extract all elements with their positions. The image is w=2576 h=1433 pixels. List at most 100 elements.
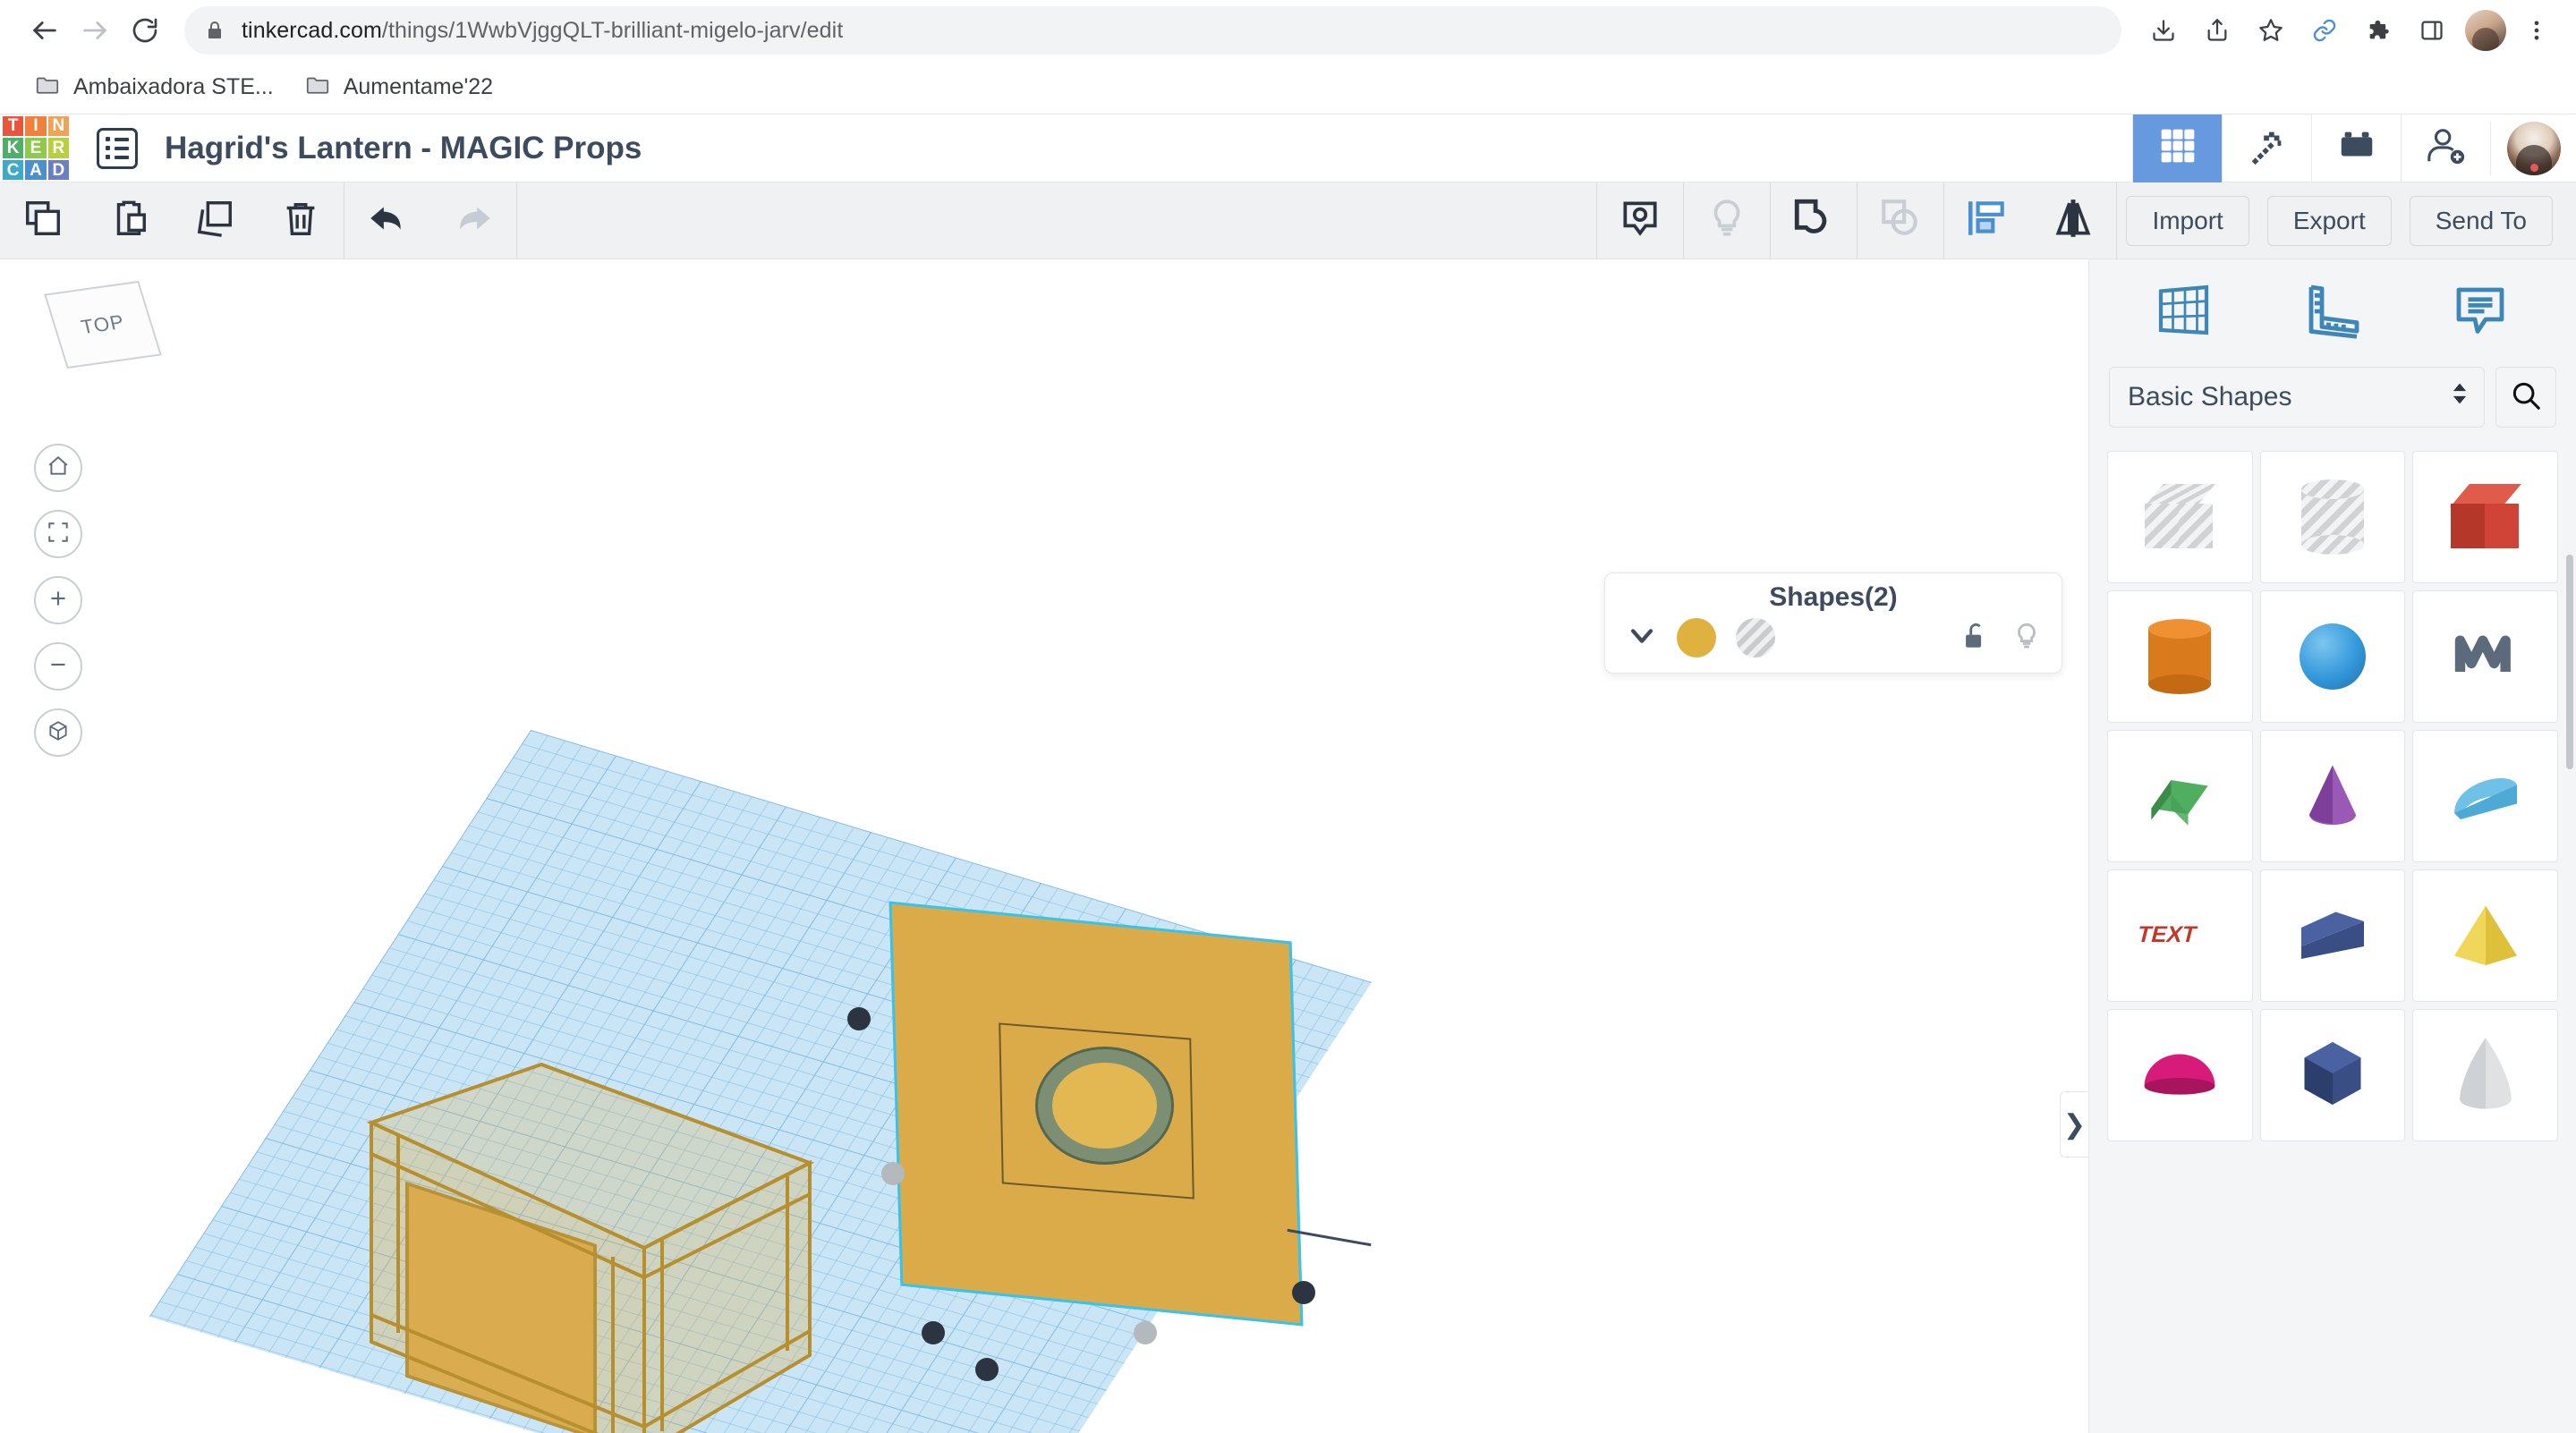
logo-tile: K — [3, 138, 24, 158]
shape-item-sphere[interactable] — [2259, 590, 2406, 723]
shape-category-select[interactable]: Basic Shapes — [2109, 367, 2485, 428]
cube-view-icon — [47, 719, 70, 747]
shape-item-roof[interactable] — [2107, 730, 2253, 862]
star-icon[interactable] — [2247, 6, 2295, 55]
zoom-out-button[interactable] — [34, 642, 82, 691]
back-arrow-icon[interactable] — [20, 5, 70, 55]
shape-item-scribble[interactable] — [2412, 590, 2558, 723]
browser-chrome: tinkercad.com/things/1WwbVjggQLT-brillia… — [0, 0, 2576, 114]
person-add-icon — [2426, 125, 2467, 171]
url-bar[interactable]: tinkercad.com/things/1WwbVjggQLT-brillia… — [184, 6, 2121, 55]
resize-handle[interactable] — [1292, 1281, 1315, 1304]
resize-handle[interactable] — [1134, 1321, 1157, 1344]
align-button[interactable] — [1944, 182, 2030, 259]
list-menu-icon[interactable] — [97, 127, 138, 169]
ruler-icon[interactable] — [2300, 279, 2365, 348]
mirror-button[interactable] — [2030, 182, 2116, 259]
blocks-3d-view-button[interactable] — [2132, 114, 2222, 182]
side-panel-icon[interactable] — [2408, 6, 2456, 55]
bricks-view-button[interactable] — [2311, 114, 2401, 182]
hole-swatch[interactable] — [1736, 618, 1775, 657]
fit-view-icon — [47, 521, 70, 548]
shape-item-round-roof[interactable] — [2412, 730, 2558, 862]
shape-item-polygon[interactable] — [2259, 1009, 2406, 1141]
profile-avatar-icon[interactable] — [2465, 10, 2506, 51]
shape-item-text[interactable]: TEXT — [2107, 869, 2253, 1002]
copy-button[interactable] — [0, 182, 86, 259]
shape-item-wedge[interactable] — [2259, 869, 2406, 1002]
avatar[interactable] — [2490, 121, 2576, 175]
3d-canvas[interactable]: TOP Shapes(2) — [0, 259, 2087, 1433]
unlock-icon[interactable] — [1960, 621, 1990, 656]
resize-handle[interactable] — [975, 1358, 999, 1381]
solid-color-swatch[interactable] — [1677, 618, 1716, 657]
shape-item-box-hole[interactable] — [2107, 451, 2253, 583]
eye-bubble-icon — [1618, 196, 1662, 245]
duplicate-button[interactable] — [172, 182, 258, 259]
view-cube[interactable]: TOP — [44, 279, 163, 376]
minecraft-view-button[interactable] — [2222, 114, 2311, 182]
invite-people-button[interactable] — [2401, 114, 2490, 182]
download-icon[interactable] — [2139, 6, 2188, 55]
group-button[interactable] — [1771, 182, 1857, 259]
bookmark-label: Aumentame'22 — [343, 74, 494, 99]
bookmark-item[interactable]: Ambaixadora STE... — [30, 66, 286, 108]
half-sphere-icon — [2141, 1047, 2218, 1104]
toolbar-divider — [2116, 182, 2118, 259]
search-button[interactable] — [2495, 367, 2556, 428]
undo-button[interactable] — [344, 182, 430, 259]
chevron-down-icon[interactable] — [1627, 621, 1657, 656]
url-domain: tinkercad.com — [242, 17, 382, 43]
resize-handle[interactable] — [922, 1321, 945, 1344]
shape-item-paraboloid[interactable] — [2412, 1009, 2558, 1141]
panel-collapse-handle[interactable]: ❯ — [2060, 1091, 2088, 1157]
lantern-frame-shape[interactable] — [358, 1047, 823, 1433]
forward-arrow-icon[interactable] — [70, 5, 120, 55]
three-dot-menu-icon[interactable] — [2517, 6, 2556, 55]
shape-item-cylinder[interactable] — [2107, 590, 2253, 723]
send-to-button[interactable]: Send To — [2409, 195, 2553, 246]
home-view-button[interactable] — [34, 444, 82, 492]
delete-button[interactable] — [258, 182, 344, 259]
tinkercad-logo[interactable]: T I N K E R C A D — [0, 114, 72, 182]
import-button[interactable]: Import — [2126, 195, 2249, 246]
orthographic-toggle-button[interactable] — [34, 708, 82, 757]
lightbulb-icon[interactable] — [2011, 621, 2042, 656]
workplane-grid-icon[interactable] — [2153, 279, 2217, 348]
zoom-in-button[interactable] — [34, 576, 82, 624]
show-hide-button[interactable] — [1597, 182, 1683, 259]
note-bubble-icon[interactable] — [2448, 279, 2512, 348]
shape-item-half-sphere[interactable] — [2107, 1009, 2253, 1141]
app-header: T I N K E R C A D Hagrid's Lantern - MAG… — [0, 114, 2576, 182]
redo-button[interactable] — [430, 182, 516, 259]
logo-tile: C — [3, 159, 24, 181]
browser-toolbar: tinkercad.com/things/1WwbVjggQLT-brillia… — [0, 0, 2576, 61]
bookmark-label: Ambaixadora STE... — [73, 74, 274, 99]
puzzle-piece-icon[interactable] — [2354, 6, 2402, 55]
export-button[interactable]: Export — [2266, 195, 2392, 246]
fit-to-view-button[interactable] — [34, 510, 82, 558]
reload-icon[interactable] — [120, 5, 170, 55]
link-icon[interactable] — [2300, 6, 2349, 55]
folder-icon — [34, 72, 61, 103]
shape-item-box[interactable] — [2412, 451, 2558, 583]
grid-3x3-icon — [2158, 126, 2198, 170]
undo-arrow-icon — [365, 196, 410, 245]
resize-handle[interactable] — [847, 1007, 871, 1030]
shape-item-cone[interactable] — [2259, 730, 2406, 862]
text-icon: TEXT — [2135, 908, 2220, 964]
panel-tool-icons — [2089, 259, 2576, 367]
shape-item-cylinder-hole[interactable] — [2259, 451, 2406, 583]
panel-scrollbar[interactable] — [2566, 555, 2573, 769]
paste-button[interactable] — [86, 182, 172, 259]
plus-icon — [47, 587, 70, 615]
updown-caret-icon — [2450, 378, 2470, 416]
shape-item-pyramid[interactable] — [2412, 869, 2558, 1002]
light-button[interactable] — [1684, 182, 1770, 259]
resize-handle[interactable] — [881, 1162, 905, 1185]
logo-tile: A — [25, 159, 47, 181]
page-title[interactable]: Hagrid's Lantern - MAGIC Props — [165, 131, 642, 166]
ungroup-button[interactable] — [1858, 182, 1943, 259]
bookmark-item[interactable]: Aumentame'22 — [301, 66, 506, 108]
share-icon[interactable] — [2193, 6, 2241, 55]
